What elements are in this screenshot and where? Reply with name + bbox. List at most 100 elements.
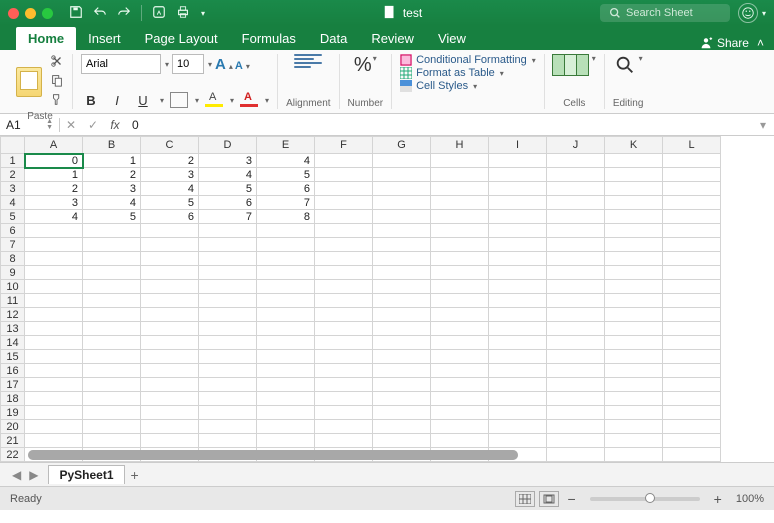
cell[interactable] xyxy=(257,364,315,378)
cell[interactable] xyxy=(373,154,431,168)
cell[interactable] xyxy=(489,196,547,210)
cell[interactable] xyxy=(199,238,257,252)
cell[interactable] xyxy=(257,308,315,322)
cell[interactable] xyxy=(315,378,373,392)
cell[interactable] xyxy=(547,322,605,336)
touch-mode-icon[interactable] xyxy=(152,5,166,22)
cell[interactable] xyxy=(315,336,373,350)
row-header[interactable]: 4 xyxy=(1,196,25,210)
font-size-select[interactable] xyxy=(172,54,204,74)
cell[interactable] xyxy=(431,322,489,336)
cell[interactable] xyxy=(605,462,663,463)
cell[interactable] xyxy=(373,392,431,406)
row-header[interactable]: 5 xyxy=(1,210,25,224)
cell[interactable] xyxy=(25,392,83,406)
cell[interactable]: 4 xyxy=(257,154,315,168)
borders-button[interactable] xyxy=(170,92,188,108)
cell[interactable] xyxy=(83,238,141,252)
cell[interactable] xyxy=(141,378,199,392)
cell[interactable] xyxy=(431,294,489,308)
paste-icon[interactable] xyxy=(16,67,42,97)
cell[interactable] xyxy=(83,406,141,420)
cell[interactable] xyxy=(199,252,257,266)
cell[interactable]: 1 xyxy=(83,154,141,168)
cell[interactable] xyxy=(315,322,373,336)
tab-insert[interactable]: Insert xyxy=(76,27,133,50)
cell[interactable] xyxy=(431,168,489,182)
minimize-window-button[interactable] xyxy=(25,8,36,19)
cell[interactable] xyxy=(547,350,605,364)
cell[interactable] xyxy=(663,420,721,434)
decrease-font-icon[interactable]: A xyxy=(235,60,243,72)
format-as-table-button[interactable]: Format as Table▾ xyxy=(400,67,536,79)
cell[interactable] xyxy=(199,280,257,294)
zoom-out-button[interactable]: − xyxy=(561,491,581,507)
row-header[interactable]: 12 xyxy=(1,308,25,322)
cell[interactable] xyxy=(199,322,257,336)
row-header[interactable]: 16 xyxy=(1,364,25,378)
row-header[interactable]: 9 xyxy=(1,266,25,280)
cell[interactable] xyxy=(83,392,141,406)
cell[interactable] xyxy=(547,448,605,462)
cancel-formula-icon[interactable]: ✕ xyxy=(60,118,82,132)
cell[interactable]: 5 xyxy=(141,196,199,210)
cell[interactable] xyxy=(141,252,199,266)
cell[interactable] xyxy=(25,252,83,266)
cell[interactable] xyxy=(431,154,489,168)
cell[interactable]: 5 xyxy=(257,168,315,182)
cell[interactable] xyxy=(25,280,83,294)
cell[interactable] xyxy=(315,280,373,294)
cell[interactable] xyxy=(663,168,721,182)
cell[interactable] xyxy=(431,196,489,210)
cell[interactable] xyxy=(431,210,489,224)
cell[interactable] xyxy=(605,280,663,294)
column-header[interactable]: C xyxy=(141,137,199,154)
cell[interactable] xyxy=(315,266,373,280)
sheet-tab-active[interactable]: PySheet1 xyxy=(48,465,124,484)
cell[interactable] xyxy=(199,350,257,364)
cell[interactable]: 6 xyxy=(199,196,257,210)
cell[interactable] xyxy=(83,280,141,294)
cell[interactable] xyxy=(25,406,83,420)
cell[interactable] xyxy=(199,420,257,434)
cell[interactable] xyxy=(199,336,257,350)
cell[interactable] xyxy=(605,420,663,434)
cell[interactable] xyxy=(431,462,489,463)
row-header[interactable]: 19 xyxy=(1,406,25,420)
cell[interactable] xyxy=(605,322,663,336)
cell[interactable] xyxy=(373,364,431,378)
cell[interactable] xyxy=(431,420,489,434)
formula-input[interactable]: 0 xyxy=(126,118,752,132)
cell[interactable] xyxy=(25,266,83,280)
cell[interactable] xyxy=(663,280,721,294)
tab-data[interactable]: Data xyxy=(308,27,359,50)
cell[interactable] xyxy=(373,196,431,210)
cell[interactable] xyxy=(25,308,83,322)
cell[interactable] xyxy=(25,378,83,392)
cell[interactable] xyxy=(83,336,141,350)
print-icon[interactable] xyxy=(176,5,190,22)
cell[interactable] xyxy=(605,252,663,266)
cell[interactable] xyxy=(489,364,547,378)
font-name-select[interactable] xyxy=(81,54,161,74)
cell[interactable] xyxy=(315,308,373,322)
cell[interactable] xyxy=(257,462,315,463)
cell[interactable] xyxy=(83,420,141,434)
fx-icon[interactable]: fx xyxy=(104,118,126,132)
column-header[interactable]: A xyxy=(25,137,83,154)
cell[interactable] xyxy=(141,308,199,322)
cell[interactable] xyxy=(489,168,547,182)
cell[interactable] xyxy=(141,462,199,463)
titlebar-dropdown-icon[interactable]: ▾ xyxy=(762,9,766,18)
format-painter-icon[interactable] xyxy=(50,92,64,109)
cell[interactable] xyxy=(315,182,373,196)
cell[interactable] xyxy=(199,392,257,406)
cell[interactable] xyxy=(547,182,605,196)
cell[interactable] xyxy=(431,350,489,364)
cell[interactable] xyxy=(257,350,315,364)
cell[interactable] xyxy=(315,350,373,364)
cell[interactable] xyxy=(83,322,141,336)
cell[interactable] xyxy=(257,336,315,350)
cell[interactable] xyxy=(547,168,605,182)
cell[interactable] xyxy=(431,434,489,448)
